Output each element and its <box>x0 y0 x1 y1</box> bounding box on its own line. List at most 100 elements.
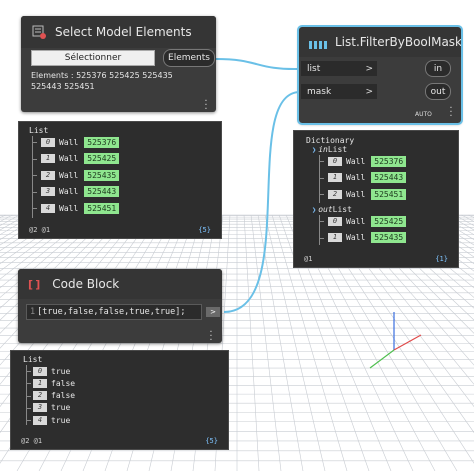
item-type: Wall <box>59 137 79 147</box>
out-output-port[interactable]: out <box>425 83 451 100</box>
item-value: false <box>51 391 76 401</box>
chevron-down-icon[interactable]: ❯ <box>312 206 316 214</box>
code-editor[interactable]: 1 [true,false,false,true,true]; <box>26 304 202 320</box>
select-button[interactable]: Sélectionner <box>31 50 155 66</box>
node-title: Code Block <box>52 277 120 291</box>
wire-elements-to-list[interactable] <box>215 58 301 71</box>
item-value: false <box>51 378 76 388</box>
node-menu-icon[interactable]: · · · <box>209 328 213 344</box>
chevron-right-icon: > <box>365 86 373 97</box>
item-index: 2 <box>33 391 47 401</box>
item-index: 0 <box>328 156 342 166</box>
list-item: 1 Wall 525443 <box>320 172 407 184</box>
node-header[interactable]: Select Model Elements <box>21 16 216 48</box>
item-index: 3 <box>33 403 47 413</box>
element-id-link[interactable]: 525435 <box>371 232 407 243</box>
list-levels: @2 @1 <box>29 226 51 234</box>
node-menu-icon[interactable]: · · · <box>449 104 453 122</box>
item-index: 1 <box>33 378 47 388</box>
item-type: Wall <box>346 189 366 199</box>
item-type: Wall <box>59 187 79 196</box>
elements-output-port[interactable]: Elements <box>163 49 215 67</box>
mask-input-port[interactable]: mask > <box>301 84 377 99</box>
list-count: {5} <box>205 437 218 445</box>
line-number: 1 <box>30 307 36 317</box>
element-id-link[interactable]: 525451 <box>371 188 407 200</box>
element-id-link[interactable]: 525451 <box>84 202 120 214</box>
selection-summary: Elements : 525376 525425 525435 525443 5… <box>31 70 173 92</box>
preview-header: Dictionary <box>306 136 355 145</box>
list-item: 4 true <box>27 414 70 426</box>
item-index: 2 <box>328 189 342 199</box>
item-type: Wall <box>346 216 366 226</box>
list-item: 2 Wall 525451 <box>320 188 407 200</box>
list-item: 0 Wall 525376 <box>33 136 120 148</box>
item-value: true <box>51 366 71 376</box>
item-index: 0 <box>33 366 47 376</box>
lacing-label[interactable]: AUTO <box>415 111 432 118</box>
item-index: 0 <box>41 137 55 147</box>
item-index: 4 <box>33 415 47 425</box>
item-type: Wall <box>59 170 79 180</box>
list-input-port[interactable]: list > <box>301 61 377 76</box>
element-id-link[interactable]: 525435 <box>84 169 120 181</box>
node-header[interactable]: [ ] Code Block <box>18 269 222 299</box>
list-item: 3 Wall 525443 <box>33 186 120 198</box>
in-key: ❯ in List <box>312 145 348 154</box>
filter-result-preview: Dictionary ❯ in List 0 Wall 525376 1 Wall 525… <box>293 130 459 268</box>
wire-code-to-mask[interactable] <box>223 91 301 313</box>
element-id-link[interactable]: 525425 <box>371 215 407 227</box>
port-label: list <box>307 63 321 74</box>
out-key: ❯ out List <box>312 205 352 214</box>
item-index: 1 <box>41 154 55 163</box>
element-id-link[interactable]: 525443 <box>371 172 407 183</box>
list-item: 1 false <box>27 377 76 389</box>
chevron-down-icon[interactable]: ❯ <box>312 146 316 154</box>
list-item: 2 Wall 525435 <box>33 169 120 181</box>
element-id-link[interactable]: 525376 <box>371 155 407 167</box>
list-item: 0 true <box>27 365 71 377</box>
node-title: List.FilterByBoolMask <box>335 35 461 49</box>
code-block-icon: [ ] <box>28 277 41 291</box>
code-output-port[interactable]: > <box>206 307 220 317</box>
list-count: {1} <box>435 255 448 263</box>
list-levels: @2 @1 <box>21 437 43 445</box>
element-id-link[interactable]: 525443 <box>84 186 120 197</box>
select-model-elements-node[interactable]: Select Model Elements Sélectionner Eleme… <box>21 16 216 112</box>
item-index: 2 <box>41 170 55 180</box>
chevron-right-icon: > <box>365 63 373 74</box>
list-count: {5} <box>198 226 211 234</box>
item-type: Wall <box>346 156 366 166</box>
code-block-node[interactable]: [ ] Code Block 1 [true,false,false,true,… <box>18 269 222 343</box>
preview-header: List <box>29 126 49 135</box>
select-elements-preview: List 0 Wall 525376 1 Wall 525425 2 Wall 525435 3 W… <box>18 121 222 239</box>
element-id-link[interactable]: 525425 <box>84 153 120 164</box>
list-item: 4 Wall 525451 <box>33 202 120 214</box>
preview-header: List <box>23 355 43 364</box>
item-index: 4 <box>41 203 55 213</box>
list-item: 0 Wall 525376 <box>320 155 407 167</box>
item-index: 1 <box>328 233 342 242</box>
item-index: 0 <box>328 216 342 226</box>
node-header[interactable]: List.FilterByBoolMask <box>299 27 461 57</box>
item-index: 1 <box>328 173 342 182</box>
summary-line: Elements : 525376 525425 525435 <box>31 71 173 80</box>
in-output-port[interactable]: in <box>425 60 451 77</box>
code-text[interactable]: [true,false,false,true,true]; <box>37 307 185 317</box>
item-type: Wall <box>59 154 79 163</box>
list-levels: @1 <box>304 255 313 263</box>
element-id-link[interactable]: 525376 <box>84 136 120 148</box>
node-title: Select Model Elements <box>55 25 192 39</box>
item-type: Wall <box>346 173 366 182</box>
node-menu-icon[interactable]: · · · <box>204 97 208 113</box>
list-item: 1 Wall 525425 <box>33 153 120 165</box>
code-block-preview: List 0 true 1 false 2 false 3 true 4 true @2 @1 {… <box>10 350 229 450</box>
port-label: mask <box>307 86 332 97</box>
select-elements-icon <box>31 24 47 40</box>
item-type: Wall <box>346 233 366 242</box>
item-index: 3 <box>41 187 55 196</box>
item-value: true <box>51 403 71 413</box>
summary-line: 525443 525451 <box>31 82 95 91</box>
list-item: 3 true <box>27 402 71 414</box>
filter-by-bool-mask-node[interactable]: List.FilterByBoolMask list > mask > in o… <box>297 25 463 125</box>
